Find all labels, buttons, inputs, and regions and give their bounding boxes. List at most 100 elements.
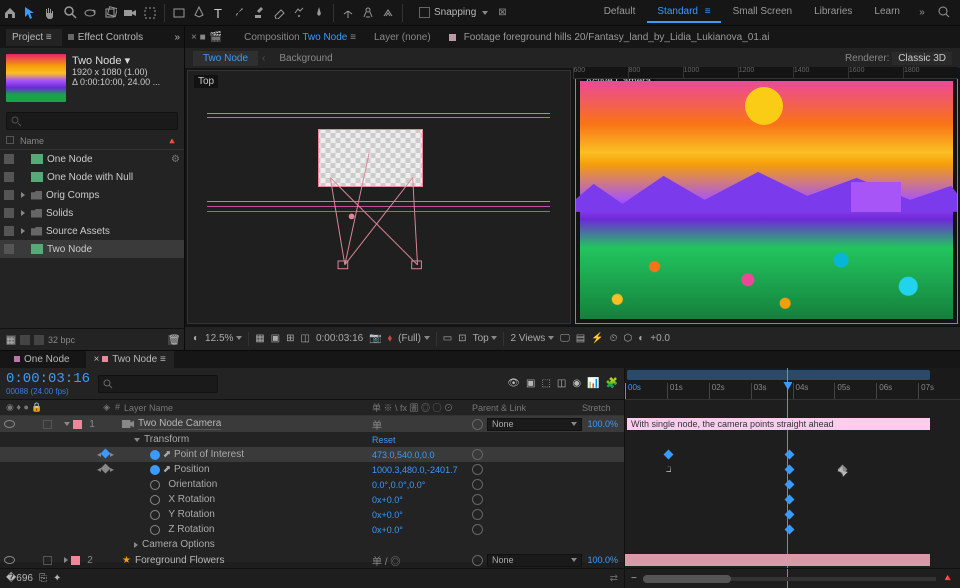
project-item[interactable]: Orig Comps xyxy=(0,186,184,204)
pickwhip-icon[interactable] xyxy=(472,449,483,460)
renderer-dropdown[interactable]: Classic 3D xyxy=(892,52,952,65)
timeline-tab[interactable]: × Two Node ≡ xyxy=(86,351,174,368)
layer-row[interactable]: 2 ★Foreground Flowers 单 / ◎ None 100.0% xyxy=(0,552,624,568)
keyframe[interactable] xyxy=(784,450,794,460)
stopwatch-icon[interactable] xyxy=(150,480,160,490)
eraser-tool-icon[interactable] xyxy=(269,3,289,23)
exposure-value[interactable]: +0.0 xyxy=(650,333,670,344)
parent-dropdown[interactable]: None xyxy=(487,554,582,567)
pen-tool-icon[interactable] xyxy=(189,3,209,23)
property-row[interactable]: Z Rotation 0x+0.0° xyxy=(0,522,624,537)
stretch-value[interactable]: 100.0% xyxy=(582,555,624,565)
pickwhip-icon[interactable] xyxy=(472,479,483,490)
viewport-top[interactable]: Top xyxy=(187,70,571,324)
new-comp-icon[interactable] xyxy=(20,335,30,345)
toggle-pane-icon[interactable]: ⇄ xyxy=(610,573,618,584)
property-row[interactable]: ◂▸ ⬈ Point of Interest 473.0,540.0,0.0 xyxy=(0,447,624,462)
property-value[interactable]: 1000.3,480.0,-2401.7 xyxy=(372,465,472,475)
label-color[interactable] xyxy=(73,420,82,429)
hand-tool-icon[interactable] xyxy=(40,3,60,23)
stopwatch-icon[interactable] xyxy=(150,465,160,475)
property-value[interactable]: 0x+0.0° xyxy=(372,510,472,520)
comp-mini-flowchart-icon[interactable]: 👁 xyxy=(507,378,520,389)
draft3d-icon[interactable]: ▣ xyxy=(526,378,535,389)
property-value[interactable]: 0x+0.0° xyxy=(372,495,472,505)
frame-blend-icon[interactable]: ◫ xyxy=(557,378,566,389)
toggle-switches-icon[interactable]: �696 xyxy=(6,573,33,584)
snapping-toggle[interactable]: Snapping ⊠ xyxy=(413,5,513,20)
puppet-tool-icon[interactable] xyxy=(309,3,329,23)
share-view-icon[interactable]: 🖵 xyxy=(560,333,570,344)
col-stretch[interactable]: Stretch xyxy=(582,400,624,415)
layer-name[interactable]: Two Node Camera xyxy=(138,418,221,430)
snapshot-icon[interactable]: 📷 xyxy=(369,333,381,344)
marker-annotation[interactable]: With single node, the camera points stra… xyxy=(627,418,930,430)
search-help-icon[interactable] xyxy=(934,2,954,22)
transparency-icon[interactable]: ▣ xyxy=(271,333,280,344)
motion-blur-icon[interactable]: ◉ xyxy=(572,378,581,389)
pickwhip-icon[interactable] xyxy=(472,524,483,535)
rotate-tool-icon[interactable] xyxy=(100,3,120,23)
project-item[interactable]: Source Assets xyxy=(0,222,184,240)
timeline-icon[interactable]: ⏲ xyxy=(610,333,618,344)
project-search-input[interactable] xyxy=(6,112,178,130)
property-row[interactable]: ◂▸ ⬈ Position 1000.3,480.0,-2401.7 xyxy=(0,462,624,477)
visibility-toggle[interactable] xyxy=(4,420,15,428)
property-row[interactable]: Y Rotation 0x+0.0° xyxy=(0,507,624,522)
clone-tool-icon[interactable] xyxy=(249,3,269,23)
pixel-aspect-icon[interactable]: ▤ xyxy=(576,333,585,344)
keyframe[interactable] xyxy=(784,510,794,520)
flowchart-icon[interactable]: ⬡ xyxy=(623,333,632,344)
project-item[interactable]: Two Node xyxy=(0,240,184,258)
snapping-checkbox[interactable] xyxy=(419,7,430,18)
pickwhip-icon[interactable] xyxy=(472,509,483,520)
graph-editor-icon[interactable]: 📊 xyxy=(587,378,599,389)
frame-blend-footer-icon[interactable]: ✦ xyxy=(53,573,61,584)
viewer-comp-name[interactable]: Two Node xyxy=(302,32,347,43)
comp-name[interactable]: Two Node ▾ xyxy=(72,54,160,67)
fast-preview-icon[interactable]: ⚡ xyxy=(591,333,603,344)
time-ruler[interactable]: 00s 01s 02s 03s 04s 05s 06s 07s xyxy=(625,368,960,400)
project-item[interactable]: One Node⚙ xyxy=(0,150,184,168)
layer-tab[interactable]: Layer (none) xyxy=(374,32,431,43)
view-axis-icon[interactable] xyxy=(378,3,398,23)
view-dropdown[interactable]: Top xyxy=(473,333,498,344)
pickwhip-icon[interactable] xyxy=(472,419,483,430)
stopwatch-icon[interactable] xyxy=(150,510,160,520)
camera-tool-icon[interactable] xyxy=(120,3,140,23)
selection-tool-icon[interactable] xyxy=(20,3,40,23)
lock-toggle[interactable] xyxy=(43,556,52,565)
roto-tool-icon[interactable] xyxy=(289,3,309,23)
zoom-in-icon[interactable]: 🔺 xyxy=(942,573,954,584)
keyframe[interactable] xyxy=(664,450,674,460)
footage-tab[interactable]: Footage foreground hills 20/Fantasy_land… xyxy=(464,32,770,43)
timeline-tracks[interactable]: 00s 01s 02s 03s 04s 05s 06s 07s With sin… xyxy=(625,368,960,588)
timeline-search-input[interactable] xyxy=(98,375,218,393)
pickwhip-icon[interactable] xyxy=(472,555,483,566)
stretch-value[interactable]: 100.0% xyxy=(582,419,624,429)
chevron-down-icon[interactable] xyxy=(482,11,488,15)
keyframe[interactable]: ⧓ xyxy=(664,465,674,475)
stopwatch-icon[interactable] xyxy=(150,495,160,505)
keyframe[interactable]: ⧓ xyxy=(838,465,848,475)
new-folder-icon[interactable] xyxy=(34,335,44,345)
property-value[interactable]: 0.0°,0.0°,0.0° xyxy=(372,480,472,490)
property-value[interactable]: 473.0,540.0,0.0 xyxy=(372,450,472,460)
home-icon[interactable] xyxy=(0,3,20,23)
lock-toggle[interactable] xyxy=(43,420,52,429)
orbit-tool-icon[interactable] xyxy=(80,3,100,23)
property-row[interactable]: X Rotation 0x+0.0° xyxy=(0,492,624,507)
flowchart-crumb-active[interactable]: Two Node xyxy=(193,51,258,66)
brain-icon[interactable]: 🧩 xyxy=(606,378,618,389)
guides-icon[interactable]: ⊞ xyxy=(286,333,294,344)
grid-icon[interactable]: ⊡ xyxy=(458,333,466,344)
layer-bounds[interactable] xyxy=(318,129,423,187)
keyframe[interactable] xyxy=(784,495,794,505)
resolution-icon[interactable]: ▦ xyxy=(255,333,264,344)
parent-dropdown[interactable]: None xyxy=(487,418,582,431)
snap-ext-icon[interactable]: ⊠ xyxy=(498,7,506,18)
zoom-out-icon[interactable]: − xyxy=(631,573,637,584)
ws-libraries[interactable]: Libraries xyxy=(804,2,862,23)
interpret-footage-icon[interactable]: ▦ xyxy=(6,335,16,345)
resolution-dropdown[interactable]: (Full) xyxy=(398,333,430,344)
